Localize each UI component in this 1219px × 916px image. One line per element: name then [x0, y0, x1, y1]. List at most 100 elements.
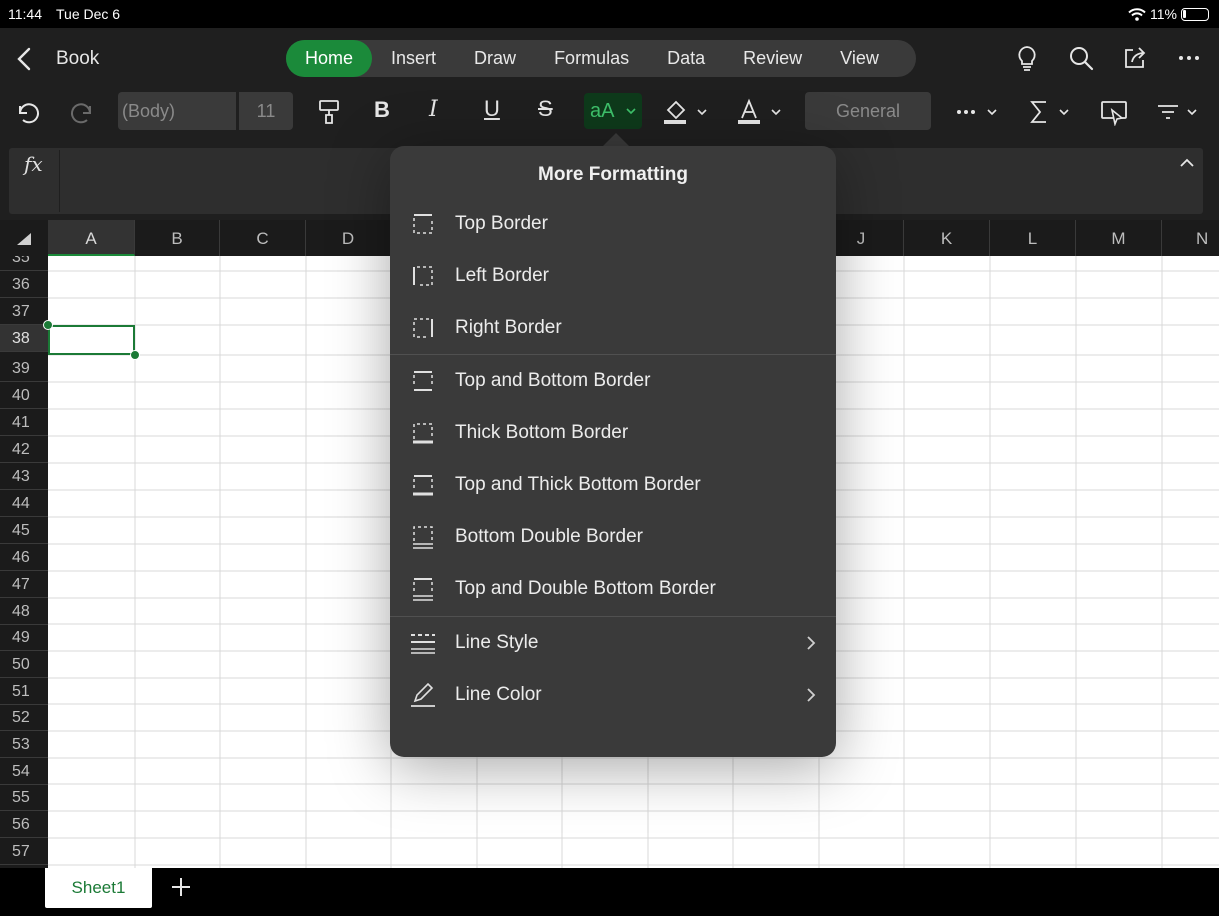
row-header[interactable]: 54: [0, 758, 48, 785]
column-header[interactable]: D: [306, 220, 391, 256]
selected-cell[interactable]: [48, 325, 135, 355]
sheet-tab[interactable]: Sheet1: [45, 868, 152, 908]
row-header[interactable]: 41: [0, 409, 48, 436]
fill-color-icon[interactable]: [662, 98, 708, 126]
column-header[interactable]: N: [1162, 220, 1219, 256]
format-painter-icon[interactable]: [316, 98, 342, 126]
tab-formulas[interactable]: Formulas: [535, 40, 648, 77]
row-header[interactable]: 51: [0, 678, 48, 705]
share-icon[interactable]: [1121, 44, 1149, 72]
thick-bottom-border-option[interactable]: Thick Bottom Border: [390, 407, 836, 459]
bottom-double-border-option[interactable]: Bottom Double Border: [390, 511, 836, 563]
selection-handle-top-left[interactable]: [43, 320, 53, 330]
row-header[interactable]: 47: [0, 571, 48, 598]
row-header[interactable]: 37: [0, 298, 48, 325]
tab-draw[interactable]: Draw: [455, 40, 535, 77]
font-format-button[interactable]: aA: [584, 93, 642, 129]
top-border-icon: [413, 214, 433, 234]
document-title[interactable]: Book: [56, 48, 99, 70]
row-header[interactable]: 42: [0, 436, 48, 463]
row-header[interactable]: 57: [0, 838, 48, 865]
option-label: Line Color: [455, 684, 542, 705]
back-chevron-icon[interactable]: [12, 46, 38, 72]
column-header[interactable]: A: [48, 220, 135, 256]
line-style-option[interactable]: Line Style: [390, 617, 836, 669]
row-header[interactable]: 35: [0, 256, 48, 271]
right-border-icon: [413, 318, 433, 338]
status-time: 11:44: [8, 6, 42, 22]
row-header[interactable]: 40: [0, 382, 48, 409]
top-bottom-border-option[interactable]: Top and Bottom Border: [390, 355, 836, 407]
column-header[interactable]: M: [1076, 220, 1162, 256]
row-header[interactable]: 49: [0, 624, 48, 651]
chevron-right-icon: [807, 636, 816, 650]
option-label: Thick Bottom Border: [455, 422, 629, 443]
underline-icon[interactable]: U: [484, 96, 500, 122]
row-header[interactable]: 38: [0, 325, 48, 352]
italic-icon[interactable]: I: [429, 97, 438, 122]
row-header[interactable]: 46: [0, 544, 48, 571]
option-label: Top and Double Bottom Border: [455, 578, 716, 599]
right-border-option[interactable]: Right Border: [390, 302, 836, 354]
row-header[interactable]: 45: [0, 517, 48, 544]
chevron-up-icon[interactable]: [1178, 156, 1196, 170]
more-options-icon[interactable]: [954, 98, 1000, 126]
option-label: Left Border: [455, 265, 549, 286]
column-header[interactable]: L: [990, 220, 1076, 256]
autosum-icon[interactable]: [1028, 98, 1074, 126]
row-header[interactable]: 55: [0, 784, 48, 811]
tab-view[interactable]: View: [821, 40, 898, 77]
row-header[interactable]: 43: [0, 463, 48, 490]
number-format-field[interactable]: General: [805, 92, 931, 130]
top-double-bottom-border-icon: [413, 578, 433, 601]
top-right-actions: [1013, 44, 1203, 72]
row-header[interactable]: 53: [0, 731, 48, 758]
sort-filter-icon[interactable]: [1156, 98, 1202, 126]
add-sheet-icon[interactable]: [170, 876, 192, 898]
row-header[interactable]: 56: [0, 811, 48, 838]
option-label: Bottom Double Border: [455, 526, 643, 547]
font-name-field[interactable]: (Body): [118, 92, 236, 130]
row-header[interactable]: 50: [0, 651, 48, 678]
row-header[interactable]: 48: [0, 598, 48, 625]
option-label: Top and Bottom Border: [455, 370, 651, 391]
font-size-field[interactable]: 11: [239, 92, 293, 130]
status-right: 11%: [1128, 6, 1209, 22]
left-border-option[interactable]: Left Border: [390, 250, 836, 302]
more-icon[interactable]: [1175, 44, 1203, 72]
option-label: Line Style: [455, 632, 539, 653]
undo-icon[interactable]: [14, 98, 42, 126]
top-thick-bottom-border-option[interactable]: Top and Thick Bottom Border: [390, 459, 836, 511]
option-label: Top and Thick Bottom Border: [455, 474, 701, 495]
tab-data[interactable]: Data: [648, 40, 724, 77]
column-header[interactable]: K: [904, 220, 990, 256]
top-bottom-border-icon: [413, 371, 433, 391]
status-date: Tue Dec 6: [56, 6, 121, 22]
tab-review[interactable]: Review: [724, 40, 821, 77]
present-icon[interactable]: [1100, 98, 1128, 126]
row-header[interactable]: 44: [0, 490, 48, 517]
column-header[interactable]: B: [135, 220, 220, 256]
lightbulb-icon[interactable]: [1013, 44, 1041, 72]
bold-icon[interactable]: B: [374, 97, 390, 123]
top-border-option[interactable]: Top Border: [390, 198, 836, 250]
home-ribbon: (Body) 11 B I U S aA General: [0, 90, 1219, 138]
column-header[interactable]: C: [220, 220, 306, 256]
row-header[interactable]: 39: [0, 355, 48, 382]
fx-icon[interactable]: fx: [24, 152, 43, 176]
tab-home[interactable]: Home: [286, 40, 373, 77]
top-thick-bottom-border-icon: [413, 475, 433, 496]
line-color-option[interactable]: Line Color: [390, 669, 836, 721]
row-header[interactable]: 36: [0, 271, 48, 298]
more-formatting-popup: More Formatting Top Border Left Border R…: [390, 146, 836, 757]
selection-handle-bottom-right[interactable]: [130, 350, 140, 360]
strikethrough-icon[interactable]: S: [538, 96, 553, 122]
tab-insert[interactable]: Insert: [372, 40, 455, 77]
row-header[interactable]: 52: [0, 704, 48, 731]
popup-caret: [602, 133, 630, 147]
top-double-bottom-border-option[interactable]: Top and Double Bottom Border: [390, 563, 836, 615]
redo-icon[interactable]: [68, 98, 96, 126]
select-all-icon[interactable]: [16, 232, 32, 246]
search-icon[interactable]: [1067, 44, 1095, 72]
font-color-icon[interactable]: [736, 98, 782, 126]
